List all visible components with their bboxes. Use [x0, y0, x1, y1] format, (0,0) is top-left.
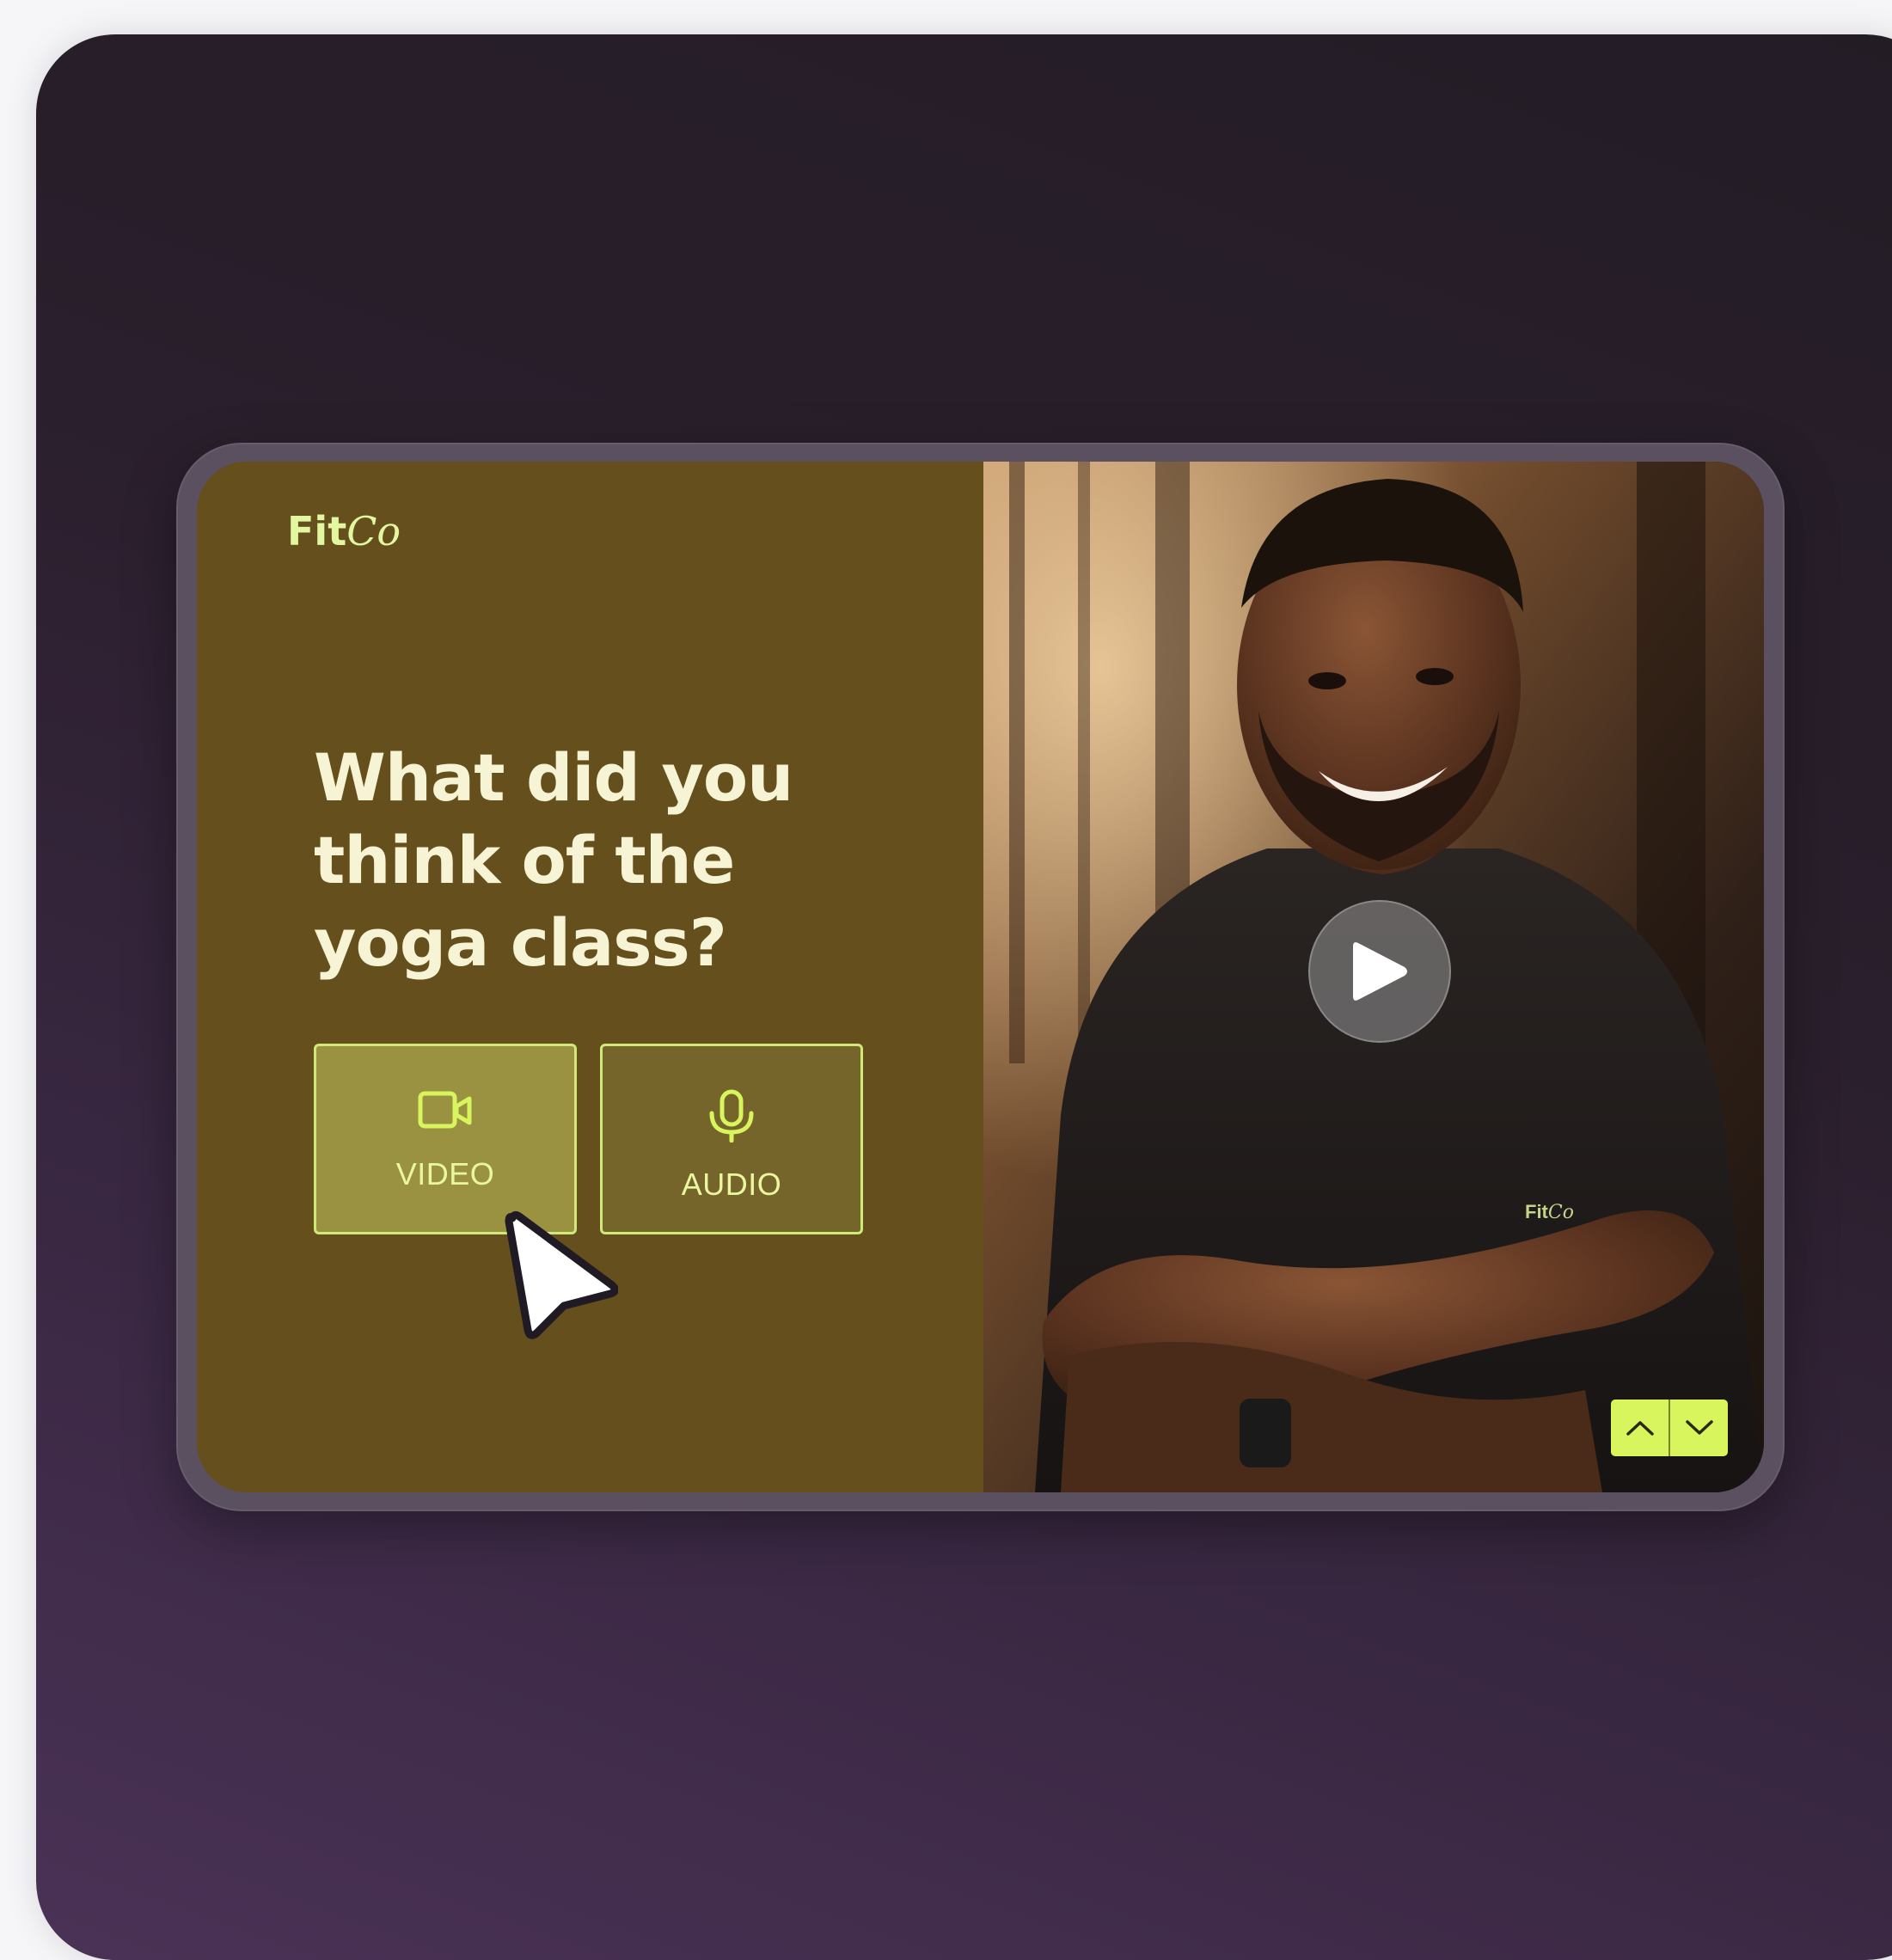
brand-logo-fit: Fit: [287, 508, 347, 554]
next-button[interactable]: [1670, 1400, 1728, 1456]
video-camera-icon: [418, 1089, 473, 1132]
audio-option-button[interactable]: AUDIO: [600, 1044, 863, 1234]
play-button[interactable]: [1308, 900, 1451, 1043]
navigation-arrows: [1611, 1400, 1728, 1456]
video-option-button[interactable]: VIDEO: [314, 1044, 577, 1234]
shirt-logo: FitCo: [1525, 1201, 1574, 1223]
chevron-down-icon: [1685, 1420, 1713, 1435]
arrow-divider: [1669, 1400, 1670, 1456]
chevron-up-icon: [1626, 1421, 1654, 1436]
question-title: What did you think of the yoga class?: [314, 739, 793, 981]
shirt-logo-fit: Fit: [1525, 1201, 1549, 1222]
audio-option-label: AUDIO: [681, 1167, 782, 1202]
play-icon: [1353, 942, 1407, 1001]
device-frame: Fit Co What did you think of the yoga cla…: [176, 443, 1785, 1511]
previous-button[interactable]: [1611, 1400, 1669, 1456]
brand-logo-co: Co: [346, 508, 401, 554]
media-panel: FitCo: [983, 462, 1764, 1492]
question-panel: Fit Co What did you think of the yoga cla…: [197, 462, 983, 1492]
shirt-logo-co: Co: [1548, 1202, 1574, 1223]
mouse-pointer-icon: [505, 1210, 618, 1339]
brand-logo: Fit Co: [287, 511, 401, 551]
response-options: VIDEO AUDIO: [314, 1044, 863, 1234]
microphone-icon: [707, 1089, 756, 1142]
survey-screen: Fit Co What did you think of the yoga cla…: [197, 462, 1764, 1492]
video-option-label: VIDEO: [395, 1156, 495, 1191]
